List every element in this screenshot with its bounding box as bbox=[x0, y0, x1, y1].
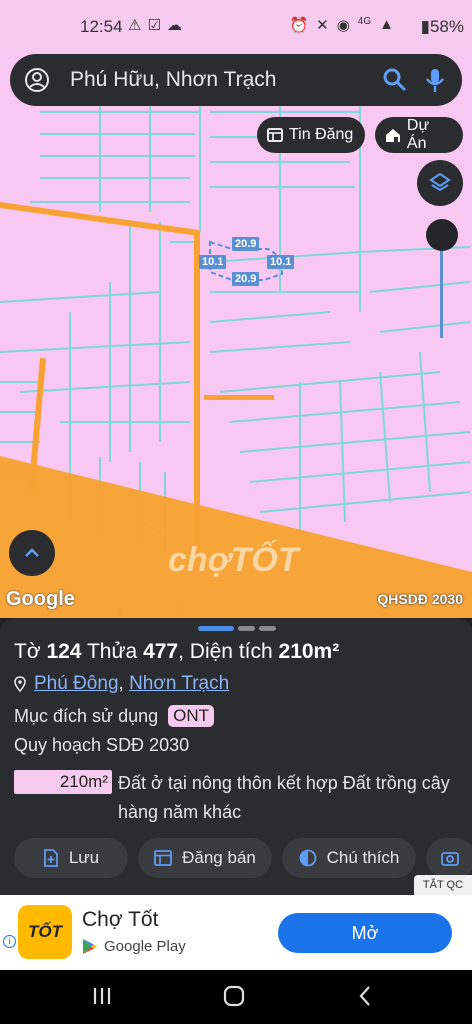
post-for-sale-button[interactable]: Đăng bán bbox=[138, 838, 272, 878]
sheet-number: 124 bbox=[46, 640, 82, 663]
listing-icon bbox=[154, 850, 173, 866]
dimension-bottom: 20.9 bbox=[232, 272, 260, 286]
ad-info-icon[interactable]: i bbox=[3, 935, 16, 948]
parcel-number: 477 bbox=[143, 640, 179, 663]
watermark: chợTỐT bbox=[168, 541, 299, 579]
legend-button[interactable]: Chú thích bbox=[282, 838, 416, 878]
ad-store: Google Play bbox=[82, 938, 186, 955]
search-query[interactable]: Phú Hữu, Nhơn Trạch bbox=[70, 68, 382, 92]
save-label: Lưu bbox=[68, 848, 100, 867]
signal-4g-icon: 4G bbox=[357, 16, 372, 27]
tin-dang-chip[interactable]: Tin Đăng bbox=[257, 117, 365, 153]
system-nav-bar bbox=[0, 970, 472, 1024]
save-button[interactable]: Lưu bbox=[14, 838, 128, 878]
expand-up-button[interactable] bbox=[9, 530, 55, 576]
listing-icon bbox=[267, 128, 283, 142]
planning-description: Đất ở tại nông thôn kết hợp Đất trồng câ… bbox=[118, 773, 450, 822]
cho-tot-logo: TỐT bbox=[18, 905, 72, 959]
area-value: 210m² bbox=[278, 640, 340, 663]
location-icon: ◉ bbox=[336, 17, 350, 34]
land-use-label: Mục đích sử dụng bbox=[14, 705, 159, 726]
map-attribution: QHSDĐ 2030 bbox=[377, 591, 463, 607]
open-app-button[interactable]: Mở bbox=[278, 913, 452, 953]
check-icon: ☑ bbox=[147, 17, 161, 34]
opacity-slider-track[interactable] bbox=[440, 236, 443, 338]
location-district-link[interactable]: Nhơn Trạch bbox=[129, 673, 229, 694]
ad-app-name: Chợ Tốt bbox=[82, 908, 159, 931]
layers-button[interactable] bbox=[417, 160, 463, 206]
legend-label: Chú thích bbox=[326, 848, 400, 867]
contrast-icon bbox=[299, 849, 317, 867]
microphone-icon[interactable] bbox=[424, 67, 446, 93]
google-logo: Google bbox=[6, 588, 75, 610]
recent-apps-icon[interactable] bbox=[92, 987, 112, 1005]
home-icon[interactable] bbox=[223, 985, 245, 1007]
search-bar[interactable]: Phú Hữu, Nhơn Trạch bbox=[10, 54, 462, 106]
close-ad-button[interactable]: TẮT QC bbox=[414, 875, 472, 895]
dimension-right: 10.1 bbox=[267, 255, 295, 269]
cell-signal-icon: ▲ bbox=[379, 16, 394, 33]
du-an-chip[interactable]: Dự Án bbox=[375, 117, 463, 153]
location-commune-link[interactable]: Phú Đông bbox=[34, 673, 119, 694]
land-use-row: Mục đích sử dụng ONT bbox=[14, 705, 215, 727]
location-row: Phú Đông, Nhơn Trạch bbox=[14, 673, 229, 695]
status-time: 12:54 bbox=[80, 17, 123, 36]
planning-label: Quy hoạch SDĐ 2030 bbox=[14, 735, 190, 755]
alarm-icon: ⏰ bbox=[289, 17, 309, 34]
camera-icon bbox=[441, 852, 459, 866]
dimension-top: 20.9 bbox=[232, 237, 260, 251]
ad-banner[interactable]: i TỐT Chợ Tốt Google Play Mở bbox=[0, 895, 472, 970]
add-document-icon bbox=[43, 849, 58, 867]
chevron-up-icon bbox=[25, 548, 39, 557]
back-icon[interactable] bbox=[358, 985, 372, 1007]
warning-icon: ⚠ bbox=[128, 17, 142, 34]
layers-icon bbox=[429, 172, 451, 192]
land-use-badge: ONT bbox=[168, 705, 215, 727]
sheet-handle[interactable] bbox=[198, 626, 276, 631]
post-for-sale-label: Đăng bán bbox=[182, 848, 256, 867]
opacity-slider-handle[interactable] bbox=[426, 219, 458, 251]
action-row: Lưu Đăng bán Chú thích bbox=[14, 838, 472, 878]
tin-dang-label: Tin Đăng bbox=[289, 126, 354, 143]
cloud-icon: ☁ bbox=[166, 17, 182, 34]
location-pin-icon bbox=[14, 676, 26, 692]
du-an-label: Dự Án bbox=[406, 117, 430, 152]
planning-area: 210m² bbox=[14, 770, 112, 794]
vibrate-icon: ✕ bbox=[316, 17, 329, 34]
account-icon[interactable] bbox=[24, 67, 50, 93]
dimension-left: 10.1 bbox=[199, 255, 227, 269]
google-play-icon bbox=[83, 939, 97, 954]
parcel-info-sheet: Tờ 124 Thửa 477, Diện tích 210m² Phú Đôn… bbox=[0, 618, 472, 895]
parcel-title: Tờ 124 Thửa 477, Diện tích 210m² bbox=[14, 640, 340, 663]
status-bar: 12:54 ⚠ ☑ ☁ ⏰ ✕ ◉ 4G ▲ ▮58% bbox=[0, 0, 472, 52]
more-action-button[interactable] bbox=[426, 838, 472, 878]
battery-level: ▮58% bbox=[420, 17, 464, 36]
search-icon[interactable] bbox=[382, 67, 408, 93]
project-icon bbox=[385, 128, 400, 142]
